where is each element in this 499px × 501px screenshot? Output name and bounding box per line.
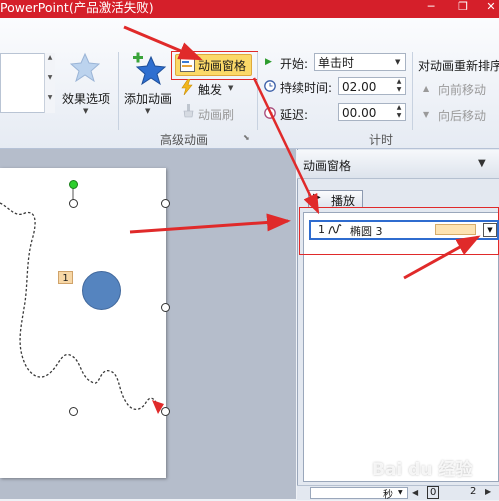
- timing-bar[interactable]: [435, 224, 476, 235]
- chevron-down-icon[interactable]: ▼: [483, 223, 497, 237]
- resize-handle[interactable]: [69, 407, 78, 416]
- delay-spinner[interactable]: ▲ ▼: [394, 104, 404, 120]
- clock-icon: [264, 107, 276, 119]
- ribbon-separator: [257, 52, 258, 130]
- animation-order-tag: 1: [58, 271, 73, 284]
- rotate-handle[interactable]: [69, 180, 78, 189]
- move-later-button[interactable]: 向后移动: [438, 107, 486, 124]
- chevron-down-icon[interactable]: ▼: [478, 158, 486, 169]
- chevron-down-icon: ▼: [145, 107, 151, 115]
- triangle-down-icon: ▼: [423, 110, 430, 119]
- seconds-dropdown[interactable]: [310, 487, 408, 499]
- chevron-down-icon[interactable]: ▼: [395, 58, 400, 66]
- window-title: PowerPoint(产品激活失败): [0, 0, 154, 15]
- effect-options-button[interactable]: 效果选项: [62, 90, 110, 107]
- play-icon: ▶: [265, 57, 272, 67]
- resize-handle[interactable]: [161, 407, 170, 416]
- reorder-label: 对动画重新排序: [418, 59, 499, 73]
- annotation-highlight-box: [171, 51, 258, 80]
- start-label: 开始:: [280, 57, 309, 71]
- gallery-scrollbar[interactable]: ▲ ▼ ▼: [44, 53, 55, 113]
- chevron-down-icon: ▼: [83, 107, 89, 115]
- move-earlier-button[interactable]: 向前移动: [438, 81, 486, 98]
- resize-handle[interactable]: [69, 199, 78, 208]
- advanced-animation-group-label: 高级动画: [160, 133, 209, 147]
- clock-icon: [264, 80, 276, 92]
- watermark: Bai du 经验: [372, 460, 473, 480]
- brush-icon: [181, 104, 195, 118]
- animation-item-index: 1: [318, 223, 325, 236]
- add-animation-button[interactable]: 添加动画: [124, 90, 172, 107]
- resize-handle[interactable]: [161, 303, 170, 312]
- timing-group-label: 计时: [369, 133, 394, 147]
- ribbon-separator: [118, 52, 119, 130]
- lightning-icon: [181, 78, 193, 96]
- delay-label: 延迟:: [280, 108, 309, 122]
- timeline-tick: 2: [470, 486, 477, 497]
- restore-button[interactable]: ❐: [450, 0, 476, 16]
- animation-painter-button[interactable]: 动画刷: [198, 106, 234, 123]
- play-icon: ▶: [313, 192, 321, 203]
- animation-item-name: 椭圆 3: [350, 225, 383, 238]
- star-plus-icon: [131, 52, 167, 86]
- scroll-left-icon[interactable]: ◀: [412, 488, 418, 497]
- start-select[interactable]: 单击时: [314, 53, 406, 71]
- timeline-tick: 0: [427, 486, 440, 499]
- resize-handle[interactable]: [161, 199, 170, 208]
- scroll-right-icon[interactable]: ▶: [485, 487, 491, 496]
- ribbon-separator: [412, 52, 413, 130]
- animation-pane-title: 动画窗格: [303, 159, 352, 173]
- star-icon: [69, 52, 101, 83]
- chevron-down-icon: ▼: [228, 84, 234, 92]
- triangle-up-icon: ▲: [423, 84, 430, 93]
- trigger-button[interactable]: 触发: [198, 81, 222, 98]
- duration-label: 持续时间:: [280, 81, 333, 95]
- chevron-down-icon[interactable]: ▼: [398, 489, 403, 496]
- ellipse-shape[interactable]: [82, 271, 121, 310]
- duration-spinner[interactable]: ▲ ▼: [394, 78, 404, 94]
- close-button[interactable]: ✕: [478, 0, 499, 16]
- motion-path-icon: [328, 223, 342, 235]
- dialog-launcher-icon[interactable]: ⬊: [243, 133, 250, 142]
- minimize-button[interactable]: ─: [418, 0, 444, 16]
